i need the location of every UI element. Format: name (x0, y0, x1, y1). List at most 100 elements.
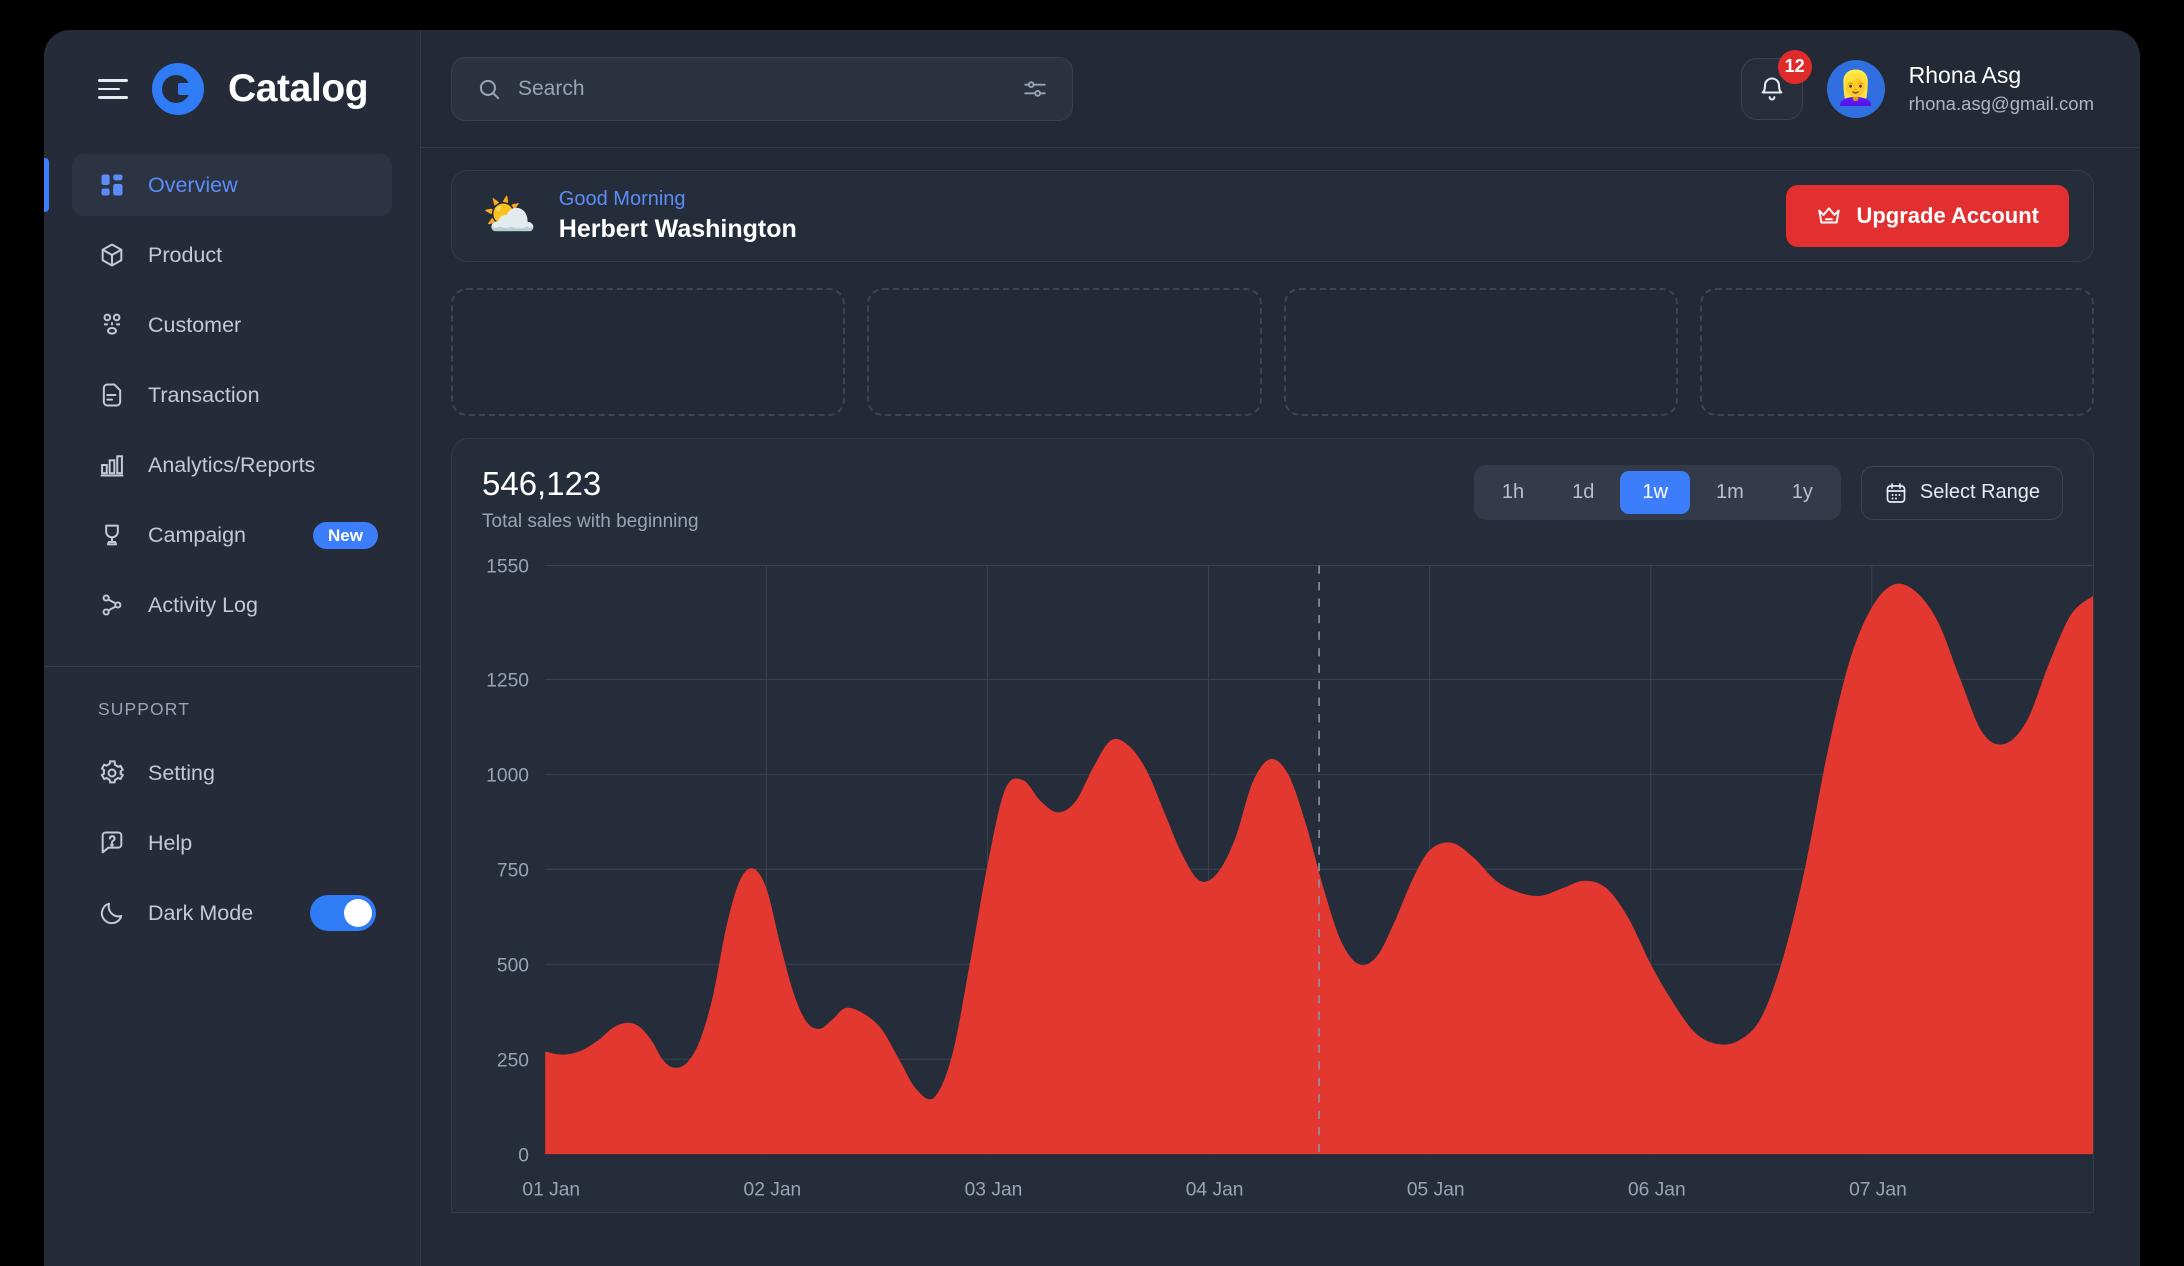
sidebar-item-label: Analytics/Reports (148, 452, 316, 477)
sidebar-item-transaction[interactable]: Transaction (72, 364, 392, 426)
box-icon (101, 243, 123, 267)
sidebar: Catalog Overview Product Customer Transa… (44, 30, 421, 1266)
sidebar-item-dark-mode[interactable]: Dark Mode (72, 882, 392, 944)
sidebar-item-label: Overview (148, 172, 238, 197)
greeting-name: Herbert Washington (558, 215, 797, 243)
sidebar-item-overview[interactable]: Overview (44, 154, 392, 216)
greeting-card: ⛅ Good Morning Herbert Washington Upgrad… (451, 170, 2094, 262)
sidebar-item-label: Help (148, 830, 193, 855)
chart-caption: Total sales with beginning (482, 511, 699, 532)
crown-icon (1818, 207, 1841, 224)
svg-text:07 Jan: 07 Jan (1849, 1178, 1907, 1200)
brand-name: Catalog (228, 67, 369, 110)
placeholder-cards-row (451, 288, 2094, 416)
chart-summary: 546,123 Total sales with beginning (482, 465, 699, 533)
sidebar-item-help[interactable]: Help (72, 812, 392, 874)
campaign-new-badge: New (313, 521, 378, 549)
sidebar-item-label: Activity Log (148, 592, 258, 617)
notifications-button[interactable]: 12 (1740, 49, 1812, 120)
sidebar-item-label: Campaign (148, 522, 246, 547)
user-email: rhona.asg@gmail.com (1908, 93, 2094, 114)
topbar: 12 👱‍♀️ Rhona Asg rhona.asg@gmail.com (421, 30, 2140, 148)
sales-chart-card: 546,123 Total sales with beginning 1h 1d… (451, 438, 2094, 1213)
svg-text:1250: 1250 (486, 669, 529, 691)
content: ⛅ Good Morning Herbert Washington Upgrad… (421, 148, 2140, 1266)
bar-chart-icon (100, 455, 124, 477)
range-controls: 1h 1d 1w 1m 1y Select Range (1473, 465, 2063, 520)
trophy-icon (105, 524, 119, 546)
svg-text:05 Jan: 05 Jan (1407, 1178, 1465, 1200)
range-tab-1d[interactable]: 1d (1550, 471, 1616, 514)
search-box[interactable] (451, 56, 1073, 121)
placeholder-card (451, 288, 846, 416)
svg-text:02 Jan: 02 Jan (744, 1178, 802, 1200)
greeting-subtitle: Good Morning (558, 188, 686, 210)
range-tab-1w[interactable]: 1w (1620, 471, 1690, 514)
sidebar-item-campaign[interactable]: Campaign New (72, 504, 392, 566)
chart-header: 546,123 Total sales with beginning 1h 1d… (452, 465, 2093, 533)
chart-plot-area[interactable]: 0 250 500 750 1000 1250 1550 01 Jan 02 Jan 03 Jan… (452, 551, 2093, 1212)
hamburger-icon[interactable] (98, 79, 128, 99)
sidebar-item-analytics-reports[interactable]: Analytics/Reports (72, 434, 392, 496)
sidebar-item-customer[interactable]: Customer (72, 294, 392, 356)
topbar-right: 12 👱‍♀️ Rhona Asg rhona.asg@gmail.com (1740, 49, 2094, 120)
sidebar-nav: Overview Product Customer Transaction An… (44, 154, 420, 644)
main-area: 12 👱‍♀️ Rhona Asg rhona.asg@gmail.com ⛅ … (421, 30, 2140, 1266)
avatar[interactable]: 👱‍♀️ (1826, 59, 1885, 118)
svg-text:250: 250 (497, 1049, 529, 1071)
sidebar-item-product[interactable]: Product (72, 224, 392, 286)
placeholder-card (867, 288, 1262, 416)
users-icon (103, 313, 121, 335)
range-tab-1m[interactable]: 1m (1694, 471, 1766, 514)
svg-text:1000: 1000 (486, 764, 529, 786)
placeholder-card (1283, 288, 1678, 416)
sidebar-item-label: Product (148, 242, 223, 267)
chart-total-value: 546,123 (482, 465, 602, 502)
sidebar-section-support: SUPPORT (98, 699, 190, 719)
range-tab-1y[interactable]: 1y (1770, 471, 1835, 514)
upgrade-account-button[interactable]: Upgrade Account (1786, 185, 2069, 247)
placeholder-card (1699, 288, 2094, 416)
dark-mode-toggle[interactable] (310, 895, 376, 931)
sidebar-item-label: Customer (148, 312, 242, 337)
time-range-segmented: 1h 1d 1w 1m 1y (1473, 465, 1841, 520)
svg-text:03 Jan: 03 Jan (965, 1178, 1023, 1200)
svg-text:750: 750 (497, 859, 529, 881)
sun-behind-cloud-icon: ⛅ (482, 191, 537, 240)
moon-icon (100, 902, 123, 925)
app-window: Catalog Overview Product Customer Transa… (44, 30, 2140, 1266)
notification-count-badge: 12 (1777, 49, 1812, 84)
svg-text:01 Jan: 01 Jan (522, 1178, 580, 1200)
document-icon (102, 383, 122, 407)
svg-text:500: 500 (497, 954, 529, 976)
sidebar-item-label: Setting (148, 760, 215, 785)
activity-icon (102, 594, 122, 616)
bell-icon (1761, 76, 1783, 101)
svg-text:06 Jan: 06 Jan (1628, 1178, 1686, 1200)
upgrade-account-label: Upgrade Account (1856, 203, 2039, 228)
sidebar-item-label: Transaction (148, 382, 260, 407)
gear-icon (100, 760, 125, 784)
greeting-text: Good Morning Herbert Washington (559, 188, 797, 244)
sidebar-item-setting[interactable]: Setting (72, 742, 392, 804)
range-tab-1h[interactable]: 1h (1480, 471, 1546, 514)
svg-text:0: 0 (518, 1144, 529, 1166)
help-bubble-icon (101, 831, 123, 854)
calendar-icon (1886, 482, 1906, 503)
select-range-button[interactable]: Select Range (1860, 465, 2063, 520)
sidebar-item-label: Dark Mode (148, 900, 254, 925)
svg-text:04 Jan: 04 Jan (1186, 1178, 1244, 1200)
brand-row: Catalog (44, 30, 420, 148)
search-input[interactable] (518, 76, 1006, 101)
sidebar-item-activity-log[interactable]: Activity Log (72, 574, 392, 636)
user-name: Rhona Asg (1908, 62, 2022, 88)
user-meta[interactable]: Rhona Asg rhona.asg@gmail.com (1909, 62, 2094, 115)
sliders-icon[interactable] (1022, 76, 1048, 102)
select-range-label: Select Range (1919, 481, 2040, 503)
sidebar-support-nav: Setting Help Dark Mode (44, 742, 420, 952)
svg-text:1550: 1550 (486, 556, 529, 578)
area-chart: 0 250 500 750 1000 1250 1550 01 Jan 02 Jan 03 Jan… (486, 556, 2093, 1201)
grid-icon (101, 174, 123, 196)
catalog-logo-icon (150, 61, 206, 117)
search-icon (479, 79, 500, 99)
